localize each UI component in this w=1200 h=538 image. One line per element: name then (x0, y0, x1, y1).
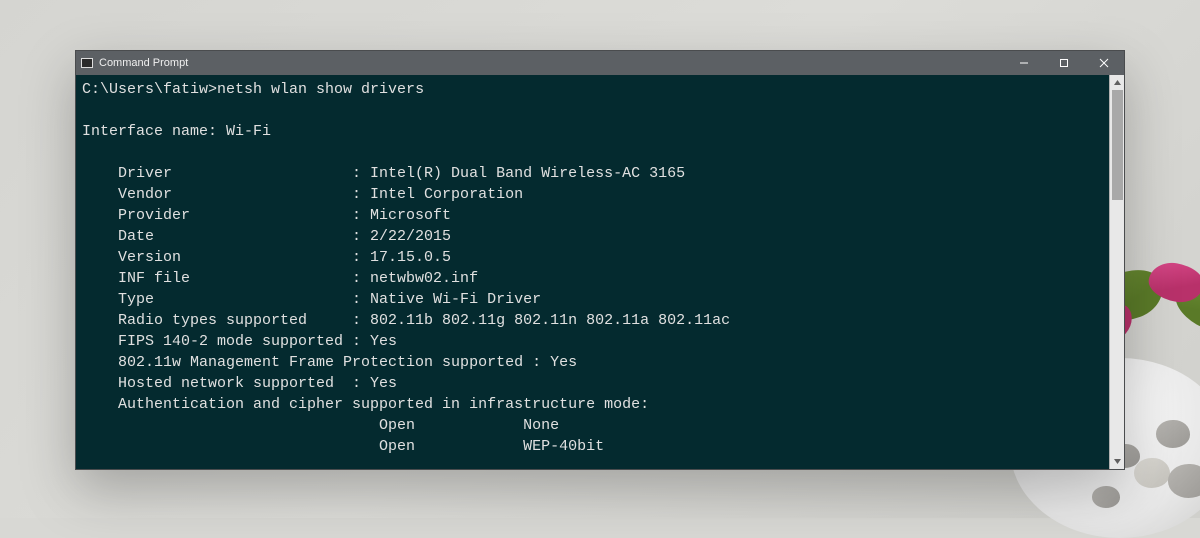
auth2-line: Open WEP-40bit (82, 438, 604, 455)
provider-line: Provider : Microsoft (82, 207, 451, 224)
vendor-line: Vendor : Intel Corporation (82, 186, 523, 203)
titlebar[interactable]: Command Prompt (76, 51, 1124, 75)
interface-line: Interface name: Wi-Fi (82, 123, 271, 140)
command-prompt-window: Command Prompt C:\Users\fatiw>netsh wlan… (75, 50, 1125, 470)
date-line: Date : 2/22/2015 (82, 228, 451, 245)
driver-line: Driver : Intel(R) Dual Band Wireless-AC … (82, 165, 685, 182)
auth1-line: Open None (82, 417, 559, 434)
terminal-area[interactable]: C:\Users\fatiw>netsh wlan show drivers I… (76, 75, 1124, 469)
inf-line: INF file : netwbw02.inf (82, 270, 478, 287)
auth-hdr-line: Authentication and cipher supported in i… (82, 396, 649, 413)
command-text: netsh wlan show drivers (217, 81, 424, 98)
vertical-scrollbar[interactable] (1109, 75, 1124, 469)
radio-line: Radio types supported : 802.11b 802.11g … (82, 312, 730, 329)
scroll-up-button[interactable] (1110, 75, 1124, 90)
window-title: Command Prompt (99, 57, 188, 69)
hosted-line: Hosted network supported : Yes (82, 375, 397, 392)
version-line: Version : 17.15.0.5 (82, 249, 451, 266)
cmd-icon (81, 58, 93, 68)
minimize-button[interactable] (1004, 51, 1044, 75)
close-button[interactable] (1084, 51, 1124, 75)
fips-line: FIPS 140-2 mode supported : Yes (82, 333, 397, 350)
mgmt-line: 802.11w Management Frame Protection supp… (82, 354, 577, 371)
prompt: C:\Users\fatiw> (82, 81, 217, 98)
scroll-down-button[interactable] (1110, 454, 1124, 469)
type-line: Type : Native Wi-Fi Driver (82, 291, 541, 308)
maximize-button[interactable] (1044, 51, 1084, 75)
scroll-thumb[interactable] (1112, 90, 1123, 200)
